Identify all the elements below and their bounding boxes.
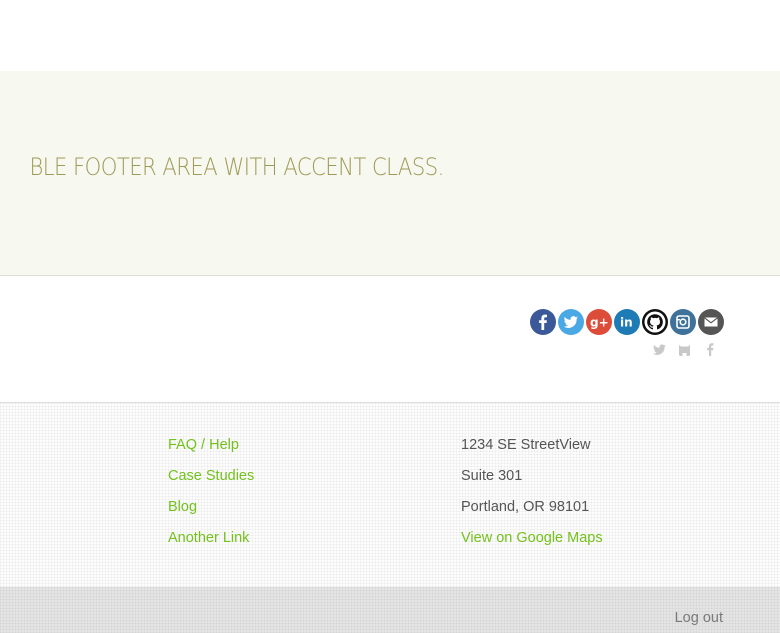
linkedin-icon[interactable]: in [614,309,640,335]
facebook-icon[interactable] [530,309,556,335]
accent-footer-heading: BLE FOOTER AREA WITH ACCENT CLASS. [29,153,445,181]
case-studies-link[interactable]: Case Studies [168,468,254,484]
google-maps-link[interactable]: View on Google Maps [461,530,603,546]
logout-link[interactable]: Log out [675,610,723,626]
address-suite: Suite 301 [461,468,523,484]
svg-text:g+: g+ [590,316,609,330]
top-strip [0,0,780,71]
svg-text:in: in [620,316,633,330]
footer-links-area: FAQ / Help Case Studies Blog Another Lin… [0,403,780,587]
instagram-icon[interactable] [670,309,696,335]
faq-help-link[interactable]: FAQ / Help [168,437,239,453]
github-icon[interactable] [678,343,691,356]
bottom-bar: Log out [0,587,780,633]
accent-footer-area: BLE FOOTER AREA WITH ACCENT CLASS. [0,71,780,276]
blog-link[interactable]: Blog [168,499,197,515]
address-column: 1234 SE StreetView Suite 301 Portland, O… [461,436,603,560]
social-area: g+ in [0,276,780,403]
facebook-icon[interactable] [703,343,716,356]
address-city: Portland, OR 98101 [461,499,590,515]
twitter-icon[interactable] [653,343,666,356]
footer-links-column: FAQ / Help Case Studies Blog Another Lin… [168,436,254,560]
twitter-icon[interactable] [558,309,584,335]
another-link[interactable]: Another Link [168,530,249,546]
social-icon-row: g+ in [530,309,724,335]
github-icon[interactable] [642,309,668,335]
google-plus-icon[interactable]: g+ [586,309,612,335]
mini-social-row [653,343,716,356]
address-street: 1234 SE StreetView [461,437,591,453]
email-icon[interactable] [698,309,724,335]
